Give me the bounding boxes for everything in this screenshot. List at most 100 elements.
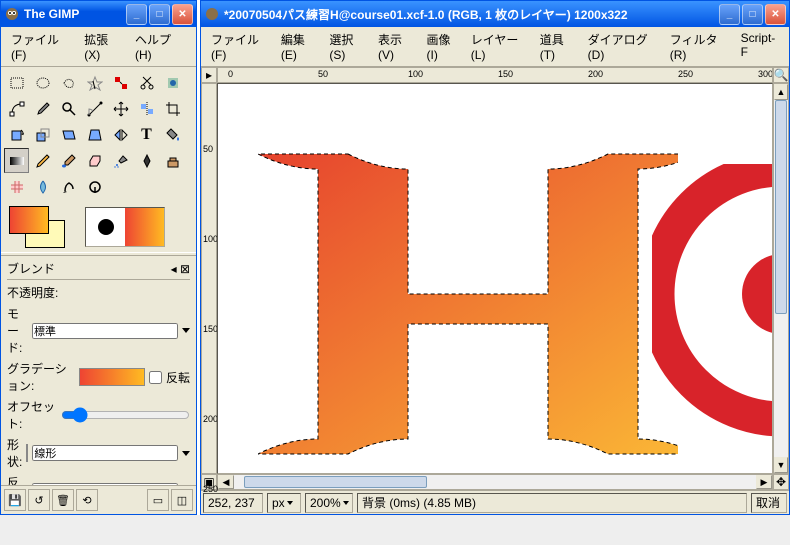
dodge-burn-tool[interactable] <box>82 174 107 199</box>
letter-h-shape <box>258 114 678 474</box>
toolbox-menubar: ファイル(F) 拡張(X) ヘルプ(H) <box>1 27 196 67</box>
menu-select[interactable]: 選択(S) <box>323 29 372 64</box>
gimp-icon <box>204 6 220 22</box>
zoom-select[interactable]: 200% <box>305 493 353 513</box>
reset-options-icon[interactable]: ⟲ <box>76 489 98 511</box>
zoom-tool[interactable] <box>56 96 81 121</box>
rotate-tool[interactable] <box>4 122 29 147</box>
align-tool[interactable] <box>134 96 159 121</box>
by-color-select-tool[interactable] <box>108 70 133 95</box>
menu-layer[interactable]: レイヤー(L) <box>465 29 534 64</box>
measure-tool[interactable] <box>82 96 107 121</box>
menu-access-icon[interactable]: ▸ <box>201 67 217 83</box>
color-picker-tool[interactable] <box>30 96 55 121</box>
menu-help[interactable]: ヘルプ(H) <box>129 29 192 64</box>
v-scroll-thumb[interactable] <box>775 100 787 314</box>
canvas[interactable] <box>217 83 773 474</box>
menu-ext[interactable]: 拡張(X) <box>78 29 129 64</box>
smudge-tool[interactable] <box>56 174 81 199</box>
offset-slider[interactable] <box>61 407 190 423</box>
tool-grid: T <box>1 67 196 202</box>
rect-select-tool[interactable] <box>4 70 29 95</box>
scroll-up-button[interactable]: ▲ <box>774 84 788 100</box>
fg-bg-colors[interactable] <box>9 206 65 248</box>
zoom-fit-icon[interactable]: 🔍 <box>773 67 789 83</box>
save-options-icon[interactable]: 💾 <box>4 489 26 511</box>
delete-options-icon[interactable]: 🗑 <box>52 489 74 511</box>
mode-label: モード: <box>7 305 28 356</box>
fg-color[interactable] <box>9 206 49 234</box>
paths-tool[interactable] <box>4 96 29 121</box>
scale-tool[interactable] <box>30 122 55 147</box>
gradient-label: グラデーション: <box>7 360 75 394</box>
ink-tool[interactable] <box>134 148 159 173</box>
pencil-tool[interactable] <box>30 148 55 173</box>
fuzzy-select-tool[interactable] <box>82 70 107 95</box>
horizontal-ruler[interactable]: 0 50 100 150 200 250 300 <box>217 67 773 83</box>
perspective-tool[interactable] <box>82 122 107 147</box>
close-button[interactable]: ✕ <box>172 4 193 25</box>
maximize-button[interactable]: □ <box>149 4 170 25</box>
restore-options-icon[interactable]: ↺ <box>28 489 50 511</box>
blur-tool[interactable] <box>30 174 55 199</box>
navigation-icon[interactable]: ✥ <box>773 474 789 490</box>
scroll-left-button[interactable]: ◀ <box>218 475 234 489</box>
desktop-background <box>0 515 790 545</box>
gradient-preview[interactable] <box>79 368 145 386</box>
menu-dialog[interactable]: ダイアログ(D) <box>582 29 664 64</box>
reverse-checkbox[interactable] <box>149 371 162 384</box>
close-panel-icon[interactable]: ⊠ <box>180 262 190 276</box>
vertical-ruler[interactable]: 50 100 150 200 250 <box>201 83 217 474</box>
h-scroll-thumb[interactable] <box>244 476 427 488</box>
menu-tool[interactable]: 道具(T) <box>534 29 582 64</box>
minimize-button[interactable]: _ <box>719 4 740 25</box>
menu-view[interactable]: 表示(V) <box>372 29 421 64</box>
brush-pattern-gradient[interactable] <box>85 207 165 247</box>
menu-file[interactable]: ファイル(F) <box>5 29 78 64</box>
bucket-fill-tool[interactable] <box>160 122 185 147</box>
move-tool[interactable] <box>108 96 133 121</box>
text-tool[interactable]: T <box>134 122 159 147</box>
opacity-label: 不透明度: <box>7 284 75 301</box>
unit-select[interactable]: px <box>267 493 301 513</box>
eraser-tool[interactable] <box>82 148 107 173</box>
image-window: *20070504パス練習H@course01.xcf-1.0 (RGB, 1 … <box>200 0 790 515</box>
image-titlebar[interactable]: *20070504パス練習H@course01.xcf-1.0 (RGB, 1 … <box>201 1 789 27</box>
airbrush-tool[interactable] <box>108 148 133 173</box>
extra-icon-2[interactable]: ◫ <box>171 489 193 511</box>
shape-select[interactable] <box>32 445 178 461</box>
detach-icon[interactable]: ◂ <box>171 262 177 276</box>
ellipse-select-tool[interactable] <box>30 70 55 95</box>
foreground-select-tool[interactable] <box>160 70 185 95</box>
free-select-tool[interactable] <box>56 70 81 95</box>
cancel-button[interactable]: 取消 <box>751 493 787 513</box>
vertical-scrollbar[interactable]: ▲ ▼ <box>773 83 789 474</box>
blend-tool[interactable] <box>4 148 29 173</box>
shape-dropdown-icon[interactable] <box>182 451 190 456</box>
shear-tool[interactable] <box>56 122 81 147</box>
maximize-button[interactable]: □ <box>742 4 763 25</box>
shape-label: 形状: <box>7 436 22 470</box>
horizontal-scrollbar[interactable]: ◀ ▶ <box>217 474 773 490</box>
minimize-button[interactable]: _ <box>126 4 147 25</box>
scissors-tool[interactable] <box>134 70 159 95</box>
crop-tool[interactable] <box>160 96 185 121</box>
scroll-down-button[interactable]: ▼ <box>774 457 788 473</box>
mode-select[interactable] <box>32 323 178 339</box>
extra-icon-1[interactable]: ▭ <box>147 489 169 511</box>
close-button[interactable]: ✕ <box>765 4 786 25</box>
clone-tool[interactable] <box>160 148 185 173</box>
menu-image[interactable]: 画像(I) <box>421 29 465 64</box>
paintbrush-tool[interactable] <box>56 148 81 173</box>
flip-tool[interactable] <box>108 122 133 147</box>
menu-edit[interactable]: 編集(E) <box>275 29 324 64</box>
menu-file[interactable]: ファイル(F) <box>205 29 275 64</box>
scroll-right-button[interactable]: ▶ <box>756 475 772 489</box>
toolbox-titlebar[interactable]: The GIMP _ □ ✕ <box>1 1 196 27</box>
menu-script[interactable]: Script-F <box>735 29 785 64</box>
mode-dropdown-icon[interactable] <box>182 328 190 333</box>
menu-filter[interactable]: フィルタ(R) <box>664 29 735 64</box>
image-title: *20070504パス練習H@course01.xcf-1.0 (RGB, 1 … <box>224 6 717 23</box>
repeat-label: 反復: <box>7 474 28 485</box>
heal-tool[interactable] <box>4 174 29 199</box>
